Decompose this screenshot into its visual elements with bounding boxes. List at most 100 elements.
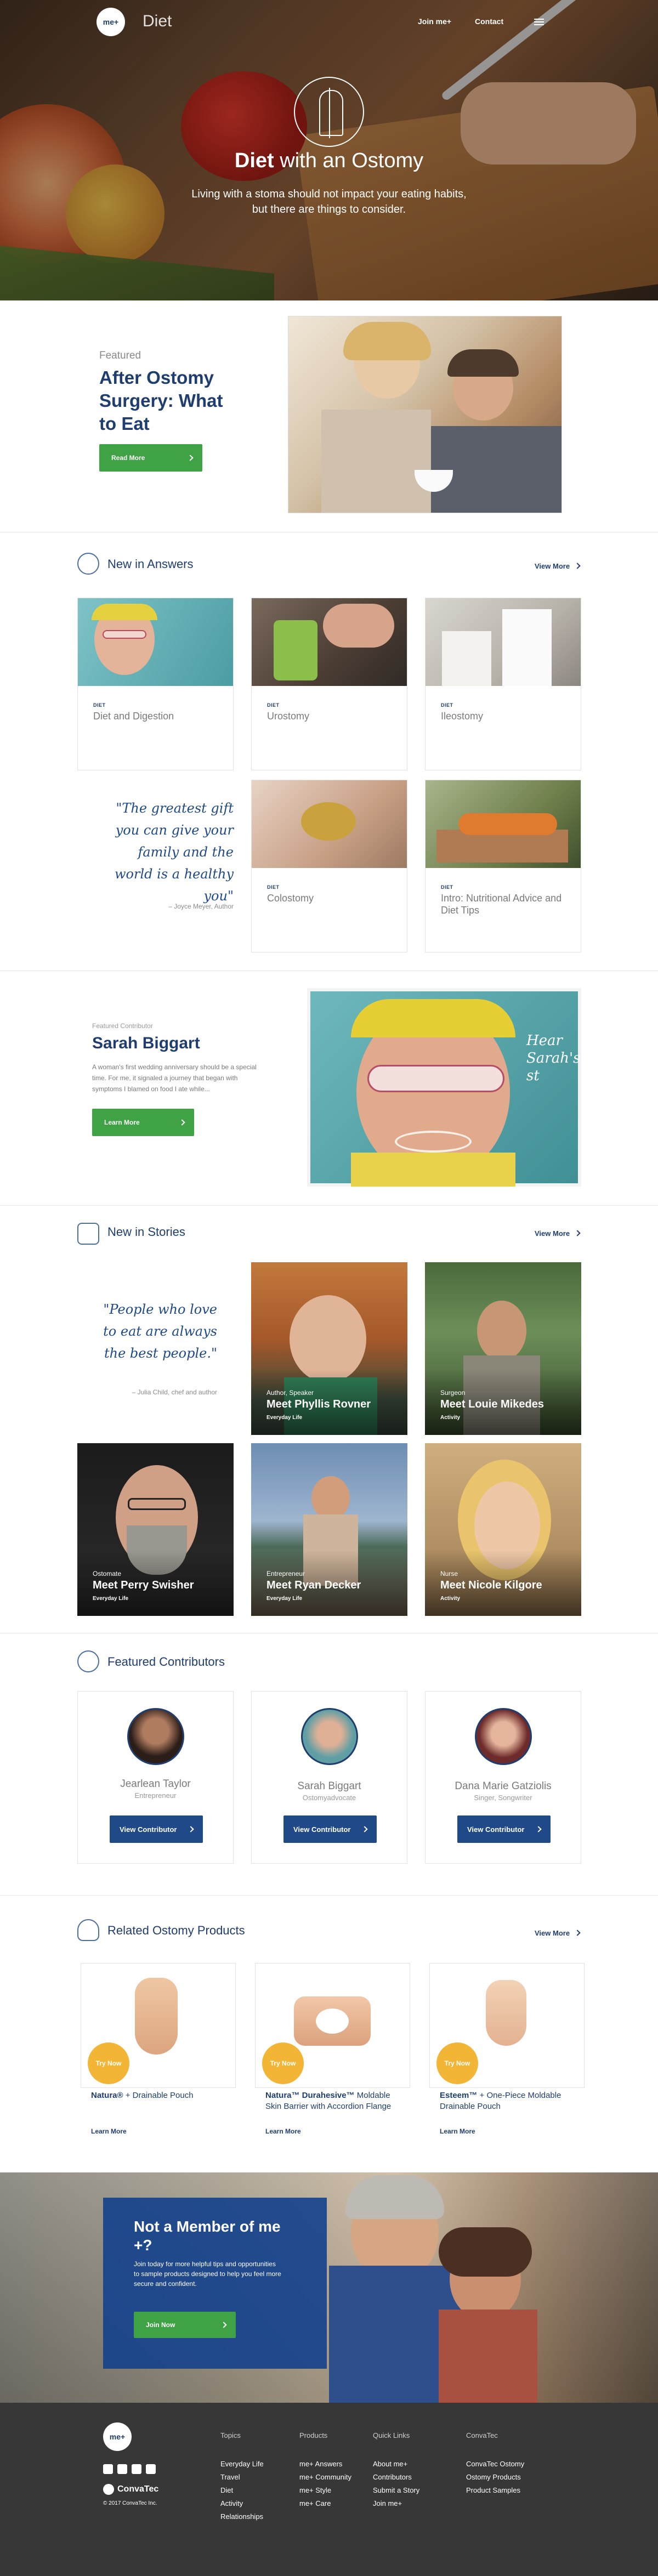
contributor-role: Ostomyadvocate	[302, 1794, 356, 1802]
nav-logo[interactable]: me+	[97, 8, 125, 36]
nav-contact-link[interactable]: Contact	[475, 17, 503, 26]
footer-link[interactable]: Activity	[220, 2497, 264, 2510]
footer-link[interactable]: Relationships	[220, 2510, 264, 2523]
contributor-card: Jearlean Taylor Entrepreneur View Contri…	[77, 1691, 234, 1864]
youtube-icon[interactable]	[146, 2464, 156, 2474]
footer-link[interactable]: Ostomy Products	[466, 2471, 524, 2484]
featured-contributor-name[interactable]: Sarah Biggart	[92, 1034, 200, 1053]
nav-brand: Diet	[143, 12, 172, 30]
diet-emblem-icon	[294, 77, 364, 147]
answer-card[interactable]: DIET Colostomy	[251, 780, 407, 952]
story-card[interactable]: Surgeon Meet Louie Mikedes Activity	[425, 1262, 581, 1435]
footer-link[interactable]: me+ Style	[299, 2484, 351, 2497]
footer-heading-topics: Topics	[220, 2431, 241, 2439]
products-view-more-link[interactable]: View More	[535, 1929, 581, 1937]
contributor-role: Singer, Songwriter	[474, 1794, 532, 1802]
twitter-icon[interactable]	[117, 2464, 127, 2474]
card-category: DIET	[267, 702, 280, 708]
member-body: Join today for more helpful tips and opp…	[134, 2260, 281, 2288]
view-contributor-button[interactable]: View Contributor	[110, 1815, 203, 1843]
footer-quick-links-list: About me+ Contributors Submit a Story Jo…	[373, 2458, 419, 2510]
chevron-right-icon	[574, 563, 581, 569]
footer-topics-list: Everyday Life Travel Diet Activity Relat…	[220, 2458, 264, 2523]
answer-card[interactable]: DIET Diet and Digestion	[77, 598, 234, 770]
people-icon	[77, 1223, 99, 1245]
contributor-name: Sarah Biggart	[297, 1780, 361, 1792]
view-contributor-button[interactable]: View Contributor	[283, 1815, 377, 1843]
featured-title[interactable]: After Ostomy Surgery: What to Eat	[99, 366, 242, 435]
menu-icon[interactable]	[534, 19, 544, 25]
contributors-heading: Featured Contributors	[107, 1655, 225, 1669]
story-card[interactable]: Nurse Meet Nicole Kilgore Activity	[425, 1443, 581, 1616]
featured-contributor-photo: Hear Sarah's st	[307, 988, 581, 1187]
footer-link[interactable]: About me+	[373, 2458, 419, 2471]
try-now-badge[interactable]: Try Now	[88, 2042, 129, 2084]
product-learn-more-link[interactable]: Learn More	[440, 2127, 475, 2135]
contributor-card: Sarah Biggart Ostomyadvocate View Contri…	[251, 1691, 407, 1864]
chevron-right-icon	[574, 1230, 581, 1236]
stories-view-more-link[interactable]: View More	[535, 1229, 581, 1238]
stories-heading: New in Stories	[107, 1225, 185, 1239]
avatar[interactable]	[127, 1708, 184, 1765]
instagram-icon[interactable]	[132, 2464, 141, 2474]
footer-brand: ConvaTec	[117, 2484, 159, 2494]
answers-heading: New in Answers	[107, 557, 194, 571]
story-tag: Everyday Life	[266, 1596, 303, 1602]
footer-link[interactable]: me+ Care	[299, 2497, 351, 2510]
footer-copyright: © 2017 ConvaTec Inc.	[103, 2500, 157, 2506]
answer-card[interactable]: DIET Urostomy	[251, 598, 407, 770]
product-learn-more-link[interactable]: Learn More	[91, 2127, 127, 2135]
footer-link[interactable]: Travel	[220, 2471, 264, 2484]
view-contributor-button[interactable]: View Contributor	[457, 1815, 551, 1843]
learn-more-button[interactable]: Learn More	[92, 1109, 194, 1136]
hero-banner: me+ Diet Join me+ Contact Diet with an O…	[0, 0, 658, 300]
convatec-logo-icon	[103, 2484, 114, 2495]
footer-link[interactable]: me+ Answers	[299, 2458, 351, 2471]
chevron-right-icon	[187, 455, 194, 461]
card-category: DIET	[93, 702, 106, 708]
featured-contributor-label: Featured Contributor	[92, 1022, 153, 1030]
card-title: Colostomy	[267, 893, 314, 904]
avatar[interactable]	[475, 1708, 532, 1765]
footer-link[interactable]: Everyday Life	[220, 2458, 264, 2471]
nav-join-link[interactable]: Join me+	[418, 17, 451, 26]
answer-card[interactable]: DIET Ileostomy	[425, 598, 581, 770]
read-more-button[interactable]: Read More	[99, 444, 202, 472]
story-card[interactable]: Entrepreneur Meet Ryan Decker Everyday L…	[251, 1443, 407, 1616]
footer-heading-products: Products	[299, 2431, 328, 2439]
footer-link[interactable]: Product Samples	[466, 2484, 524, 2497]
card-title: Diet and Digestion	[93, 711, 174, 722]
card-category: DIET	[441, 884, 453, 890]
facebook-icon[interactable]	[103, 2464, 113, 2474]
try-now-badge[interactable]: Try Now	[436, 2042, 478, 2084]
footer-link[interactable]: Submit a Story	[373, 2484, 419, 2497]
chevron-right-icon	[220, 2322, 227, 2328]
footer-logo[interactable]: me+	[103, 2422, 132, 2451]
card-category: DIET	[267, 884, 280, 890]
lightbulb-icon	[77, 553, 99, 575]
products-heading: Related Ostomy Products	[107, 1924, 245, 1937]
join-now-button[interactable]: Join Now	[134, 2312, 236, 2338]
try-now-badge[interactable]: Try Now	[262, 2042, 304, 2084]
answer-card[interactable]: DIET Intro: Nutritional Advice and Diet …	[425, 780, 581, 952]
card-category: DIET	[441, 702, 453, 708]
footer-link[interactable]: ConvaTec Ostomy	[466, 2458, 524, 2471]
product-name: Natura® + Drainable Pouch	[91, 2091, 194, 2100]
contributor-card: Dana Marie Gatziolis Singer, Songwriter …	[425, 1691, 581, 1864]
answers-view-more-link[interactable]: View More	[535, 562, 581, 570]
footer-link[interactable]: Contributors	[373, 2471, 419, 2484]
footer-convatec-list: ConvaTec Ostomy Ostomy Products Product …	[466, 2458, 524, 2497]
footer: me+ ConvaTec © 2017 ConvaTec Inc. Topics…	[0, 2403, 658, 2576]
product-image	[135, 1978, 178, 2055]
product-learn-more-link[interactable]: Learn More	[265, 2127, 301, 2135]
page: me+ Diet Join me+ Contact Diet with an O…	[0, 0, 658, 2576]
footer-link[interactable]: Diet	[220, 2484, 264, 2497]
footer-heading-quick-links: Quick Links	[373, 2431, 410, 2439]
story-role: Entrepreneur	[266, 1570, 305, 1578]
story-card[interactable]: Ostomate Meet Perry Swisher Everyday Lif…	[77, 1443, 234, 1616]
story-card[interactable]: Author, Speaker Meet Phyllis Rovner Ever…	[251, 1262, 407, 1435]
footer-link[interactable]: Join me+	[373, 2497, 419, 2510]
avatar[interactable]	[301, 1708, 358, 1765]
card-title: Intro: Nutritional Advice and Diet Tips	[441, 893, 562, 916]
footer-link[interactable]: me+ Community	[299, 2471, 351, 2484]
